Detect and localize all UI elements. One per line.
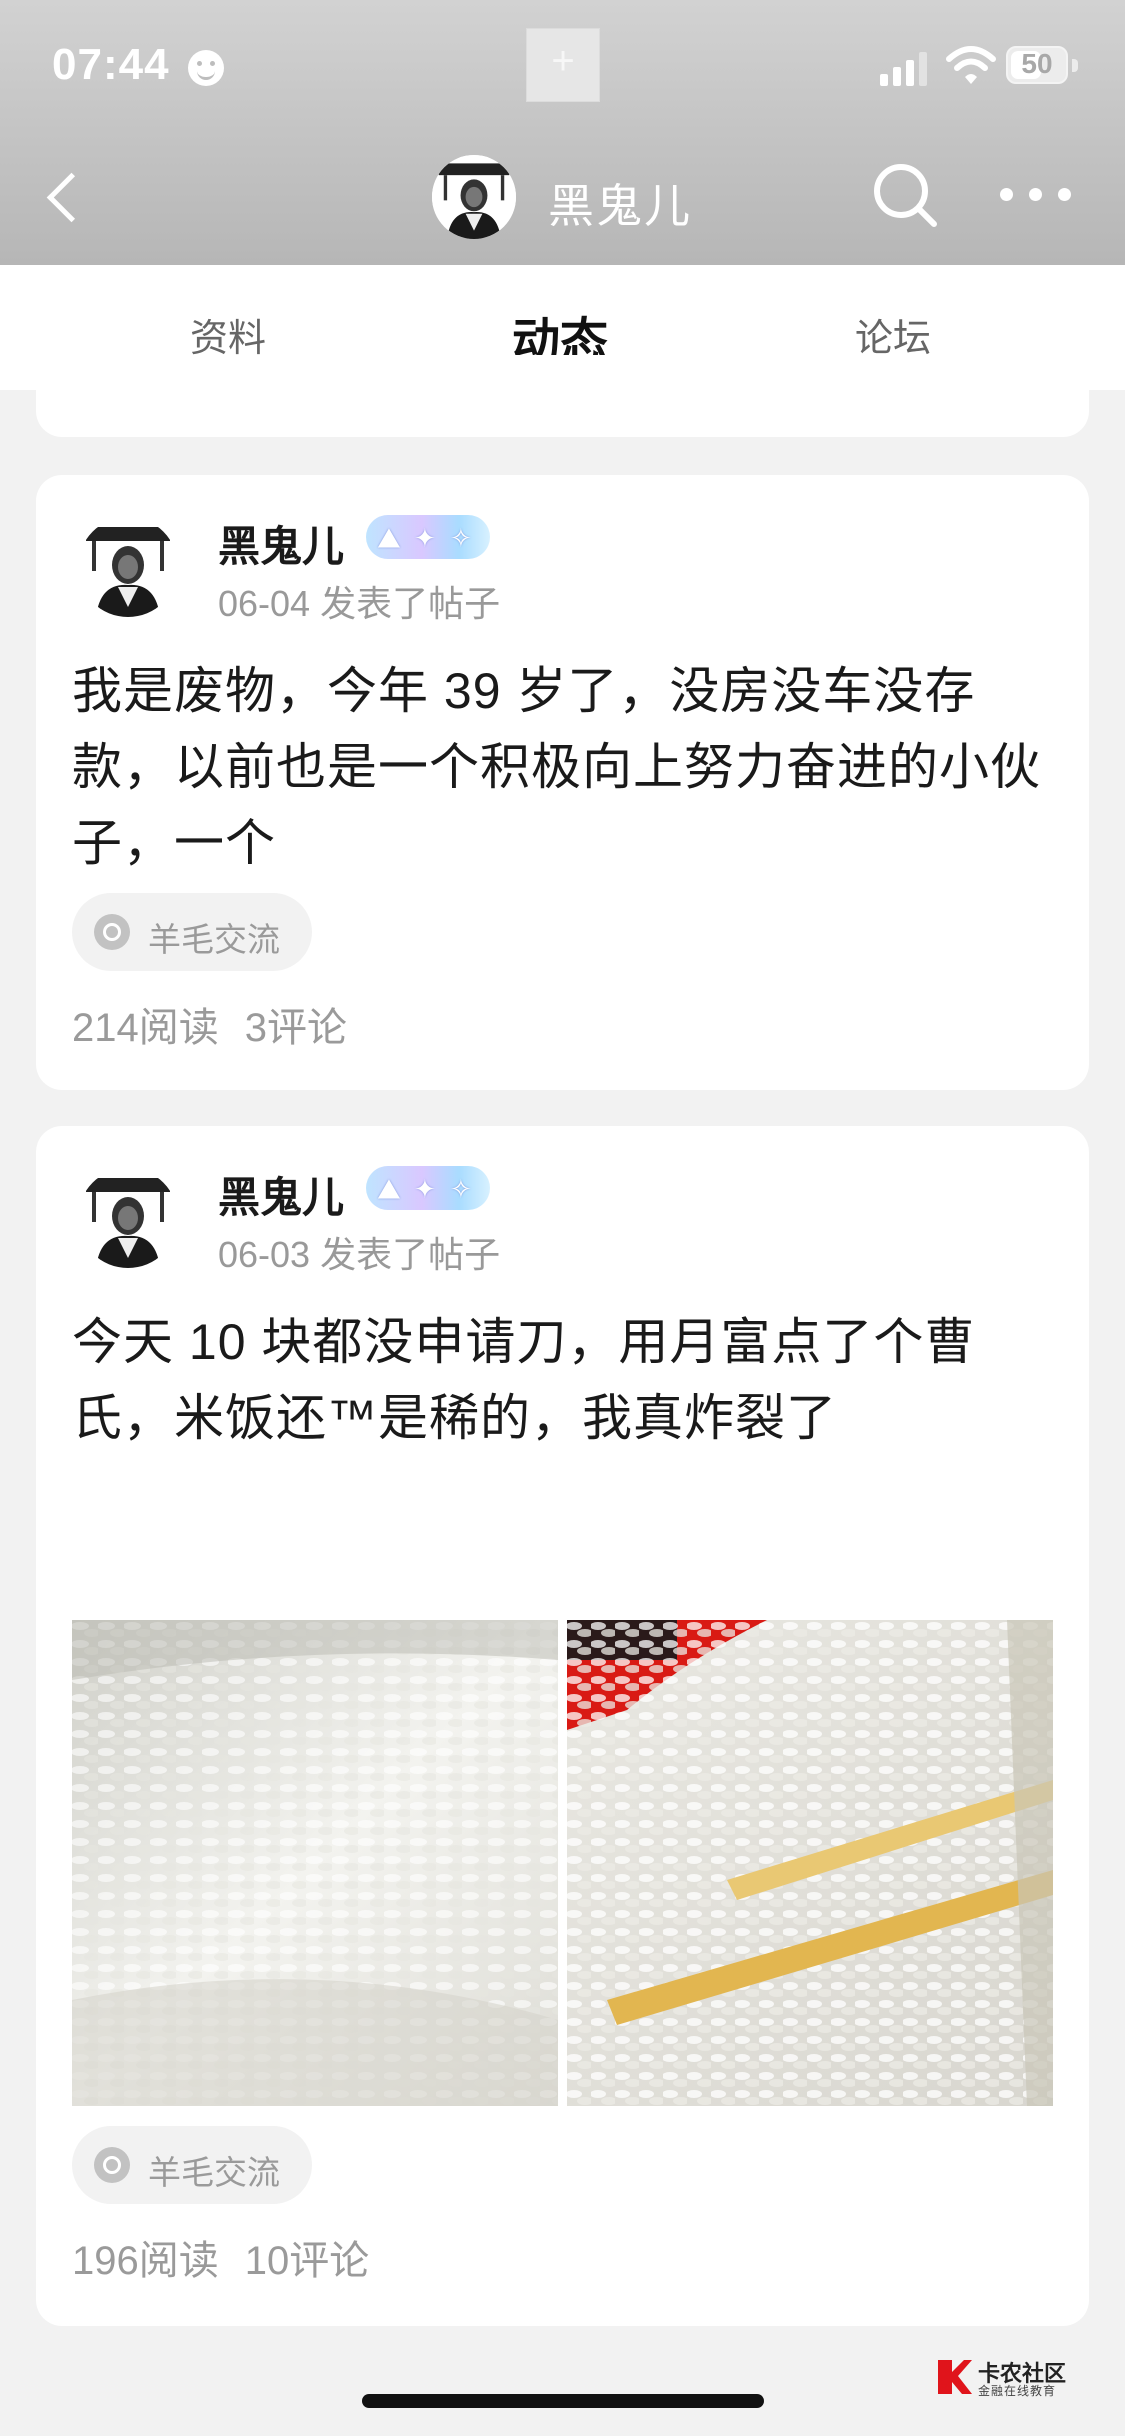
post-card[interactable]: 黑鬼儿 ⛰ ✦ ✧ 06-04 发表了帖子 我是废物，今年 39 岁了，没房没车没存… xyxy=(36,475,1089,1090)
tag-label: 羊毛交流 xyxy=(148,921,280,958)
dynamic-island xyxy=(526,28,600,102)
post-stats: 214阅读 3评论 xyxy=(72,995,373,1053)
post-text[interactable]: 我是废物，今年 39 岁了，没房没车没存款，以前也是一个积极向上努力奋进的小伙子… xyxy=(72,653,1062,881)
level-badge: ⛰ ✦ ✧ xyxy=(366,1166,490,1210)
kanong-logo-icon xyxy=(938,2360,972,2394)
wifi-icon xyxy=(946,46,996,84)
tag-label: 羊毛交流 xyxy=(148,2154,280,2191)
topic-tag[interactable]: 羊毛交流 xyxy=(72,2126,312,2204)
post-meta: 06-03 发表了帖子 xyxy=(218,1234,501,1275)
author-name[interactable]: 黑鬼儿 xyxy=(218,1164,344,1225)
read-count: 196阅读 xyxy=(72,2239,219,2283)
post-text[interactable]: 今天 10 块都没申请刀，用月富点了个曹氏，米饭还™是稀的，我真炸裂了 xyxy=(72,1304,1062,1456)
nav-title: 黑鬼儿 xyxy=(548,180,692,232)
status-time: 07:44 xyxy=(52,40,170,89)
search-icon[interactable] xyxy=(870,160,940,230)
post-image-rice-1[interactable] xyxy=(72,1620,558,2106)
author-avatar[interactable] xyxy=(78,517,178,617)
smiley-icon xyxy=(188,50,224,86)
post-meta: 06-04 发表了帖子 xyxy=(218,583,501,624)
comment-count[interactable]: 10评论 xyxy=(245,2239,370,2283)
level-badge: ⛰ ✦ ✧ xyxy=(366,515,490,559)
watermark: 卡农社区 金融在线教育 xyxy=(934,2356,1094,2400)
tag-icon xyxy=(94,2147,130,2183)
author-name[interactable]: 黑鬼儿 xyxy=(218,513,344,574)
post-image-rice-2[interactable] xyxy=(567,1620,1053,2106)
battery-level: 50 xyxy=(1021,48,1053,79)
nav-avatar[interactable] xyxy=(432,155,516,239)
tab-profile[interactable]: 资料 xyxy=(190,307,266,362)
watermark-subtitle: 金融在线教育 xyxy=(978,2384,1057,2398)
home-indicator[interactable] xyxy=(362,2394,764,2408)
battery-icon: 50 xyxy=(1006,46,1078,86)
back-icon[interactable] xyxy=(40,172,90,222)
topic-tag[interactable]: 羊毛交流 xyxy=(72,893,312,971)
read-count: 214阅读 xyxy=(72,1006,219,1050)
post-stats: 196阅读 10评论 xyxy=(72,2228,395,2286)
author-avatar[interactable] xyxy=(78,1168,178,1268)
comment-count[interactable]: 3评论 xyxy=(245,1006,347,1050)
more-icon[interactable] xyxy=(1000,188,1072,204)
signal-icon xyxy=(880,52,927,86)
tag-icon xyxy=(94,914,130,950)
top-header: 07:44 50 黑鬼儿 xyxy=(0,0,1125,265)
previous-post-card xyxy=(36,355,1089,437)
tab-forum[interactable]: 论坛 xyxy=(855,307,931,362)
